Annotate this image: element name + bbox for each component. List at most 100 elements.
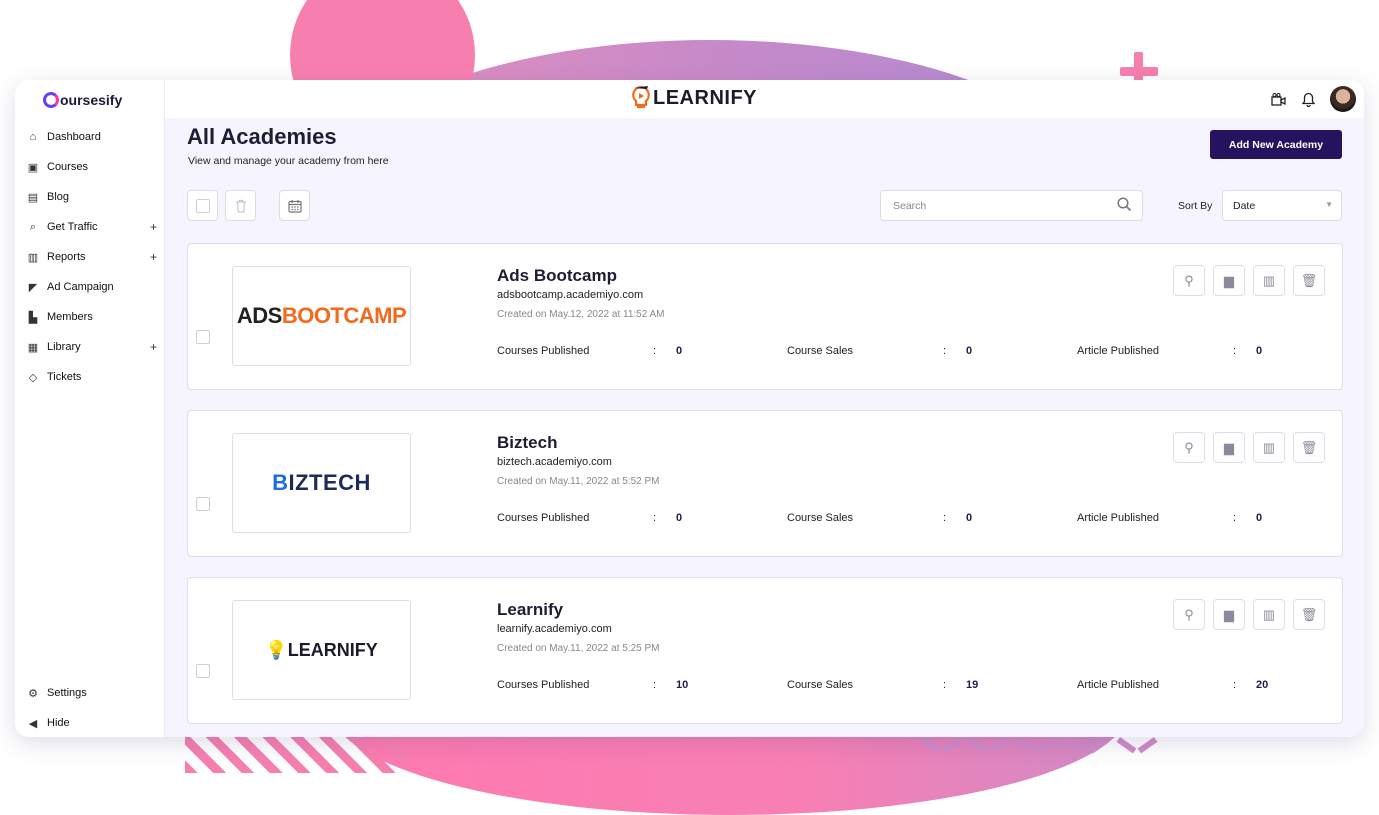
sidebar-item-label: Get Traffic bbox=[47, 221, 98, 233]
gear-icon: ⚙ bbox=[28, 687, 38, 700]
academy-name[interactable]: Learnify bbox=[497, 600, 563, 620]
sidebar-item-label: Courses bbox=[47, 161, 88, 173]
trash-icon bbox=[235, 199, 246, 213]
stat-colon: : bbox=[1233, 345, 1237, 357]
briefcase-button[interactable]: ▆ bbox=[1213, 432, 1245, 463]
stat-label: Article Published bbox=[1077, 512, 1159, 524]
expand-plus-icon[interactable]: + bbox=[150, 340, 157, 354]
academy-logo[interactable]: ADSBOOTCAMP bbox=[232, 266, 411, 366]
sidebar-bottom-nav: ⚙ Settings ◀ Hide bbox=[27, 678, 157, 737]
academy-logo-text: BIZTECH bbox=[272, 470, 371, 495]
search-input[interactable] bbox=[893, 200, 1113, 212]
stat-label: Course Sales bbox=[787, 345, 854, 357]
sidebar-nav: ⌂ Dashboard ▣ Courses ▤ Blog ⌕ Get Traff… bbox=[27, 122, 157, 392]
newspaper-icon: ▤ bbox=[27, 191, 39, 204]
bulk-delete-button[interactable] bbox=[225, 190, 256, 221]
select-all-checkbox[interactable] bbox=[187, 190, 218, 221]
stat-label: Course Sales bbox=[787, 679, 854, 691]
academy-name[interactable]: Ads Bootcamp bbox=[497, 266, 617, 286]
screenshot-stage: oursesify ⌂ Dashboard ▣ Courses ▤ Blog ⌕… bbox=[0, 0, 1379, 815]
megaphone-icon: ◤ bbox=[28, 281, 38, 294]
academy-logo[interactable]: BIZTECH bbox=[232, 433, 411, 533]
analytics-button[interactable]: ▥ bbox=[1253, 599, 1285, 630]
sort-select[interactable]: Date ▼ bbox=[1222, 190, 1342, 221]
user-access-button[interactable]: ⚲ bbox=[1173, 432, 1205, 463]
sidebar-item-ad-campaign[interactable]: ◤ Ad Campaign bbox=[27, 272, 157, 302]
app-window: oursesify ⌂ Dashboard ▣ Courses ▤ Blog ⌕… bbox=[15, 80, 1364, 737]
search-icon[interactable] bbox=[1117, 197, 1132, 216]
sidebar-item-reports[interactable]: ▥ Reports + bbox=[27, 242, 157, 272]
sidebar-item-label: Tickets bbox=[47, 371, 82, 383]
stat-colon: : bbox=[1233, 512, 1237, 524]
top-bar: LEARNIFY bbox=[165, 80, 1364, 118]
person-icon: ▙ bbox=[28, 311, 38, 324]
sidebar-item-label: Ad Campaign bbox=[47, 281, 114, 293]
bulb-logo-icon bbox=[632, 85, 650, 108]
sidebar-item-library[interactable]: ▦ Library + bbox=[27, 332, 157, 362]
chevron-decoration bbox=[1020, 737, 1054, 753]
app-logo[interactable]: LEARNIFY bbox=[630, 84, 757, 112]
video-camera-icon[interactable] bbox=[1270, 91, 1286, 107]
calendar-icon bbox=[287, 199, 302, 213]
brand-logo[interactable]: oursesify bbox=[43, 90, 122, 110]
academy-logo-text: 💡LEARNIFY bbox=[265, 639, 378, 660]
academy-url[interactable]: adsbootcamp.academiyo.com bbox=[497, 289, 643, 301]
academy-url[interactable]: learnify.academiyo.com bbox=[497, 623, 612, 635]
briefcase-button[interactable]: ▆ bbox=[1213, 599, 1245, 630]
bar-chart-icon: ▥ bbox=[1262, 439, 1276, 455]
sidebar-item-members[interactable]: ▙ Members bbox=[27, 302, 157, 332]
briefcase-button[interactable]: ▆ bbox=[1213, 265, 1245, 296]
sort-select-value: Date bbox=[1233, 200, 1256, 212]
academy-card: 💡LEARNIFY Learnify learnify.academiyo.co… bbox=[187, 577, 1343, 724]
page-subtitle: View and manage your academy from here bbox=[188, 155, 389, 167]
sidebar-item-blog[interactable]: ▤ Blog bbox=[27, 182, 157, 212]
chevron-decoration bbox=[970, 737, 1004, 753]
sidebar-item-tickets[interactable]: ◇ Tickets bbox=[27, 362, 157, 392]
sidebar-item-courses[interactable]: ▣ Courses bbox=[27, 152, 157, 182]
stat-colon: : bbox=[653, 512, 657, 524]
user-access-button[interactable]: ⚲ bbox=[1173, 265, 1205, 296]
user-access-button[interactable]: ⚲ bbox=[1173, 599, 1205, 630]
stat-colon: : bbox=[943, 345, 947, 357]
briefcase-icon: ▆ bbox=[1224, 439, 1234, 455]
academy-checkbox[interactable] bbox=[196, 330, 210, 344]
sidebar-item-get-traffic[interactable]: ⌕ Get Traffic + bbox=[27, 212, 157, 242]
stat-label: Article Published bbox=[1077, 345, 1159, 357]
stat-value: 0 bbox=[966, 512, 973, 524]
expand-plus-icon[interactable]: + bbox=[150, 220, 157, 234]
expand-plus-icon[interactable]: + bbox=[150, 250, 157, 264]
add-new-academy-button[interactable]: Add New Academy bbox=[1210, 130, 1342, 159]
stat-value: 0 bbox=[966, 345, 973, 357]
academy-logo[interactable]: 💡LEARNIFY bbox=[232, 600, 411, 700]
person-network-icon: ⚲ bbox=[1184, 272, 1194, 288]
delete-academy-button[interactable]: 🗑 bbox=[1293, 432, 1325, 463]
stat-label: Courses Published bbox=[497, 679, 590, 691]
stat-value: 10 bbox=[676, 679, 689, 691]
sidebar-item-label: Settings bbox=[47, 687, 87, 699]
stat-colon: : bbox=[943, 679, 947, 691]
top-actions bbox=[1270, 86, 1356, 112]
stat-value: 0 bbox=[676, 512, 683, 524]
sidebar-item-hide[interactable]: ◀ Hide bbox=[27, 708, 157, 737]
page-title: All Academies bbox=[187, 124, 337, 149]
sidebar-item-dashboard[interactable]: ⌂ Dashboard bbox=[27, 122, 157, 152]
delete-academy-button[interactable]: 🗑 bbox=[1293, 599, 1325, 630]
delete-academy-button[interactable]: 🗑 bbox=[1293, 265, 1325, 296]
stat-value: 20 bbox=[1256, 679, 1269, 691]
trash-icon: 🗑 bbox=[1300, 272, 1318, 288]
avatar[interactable] bbox=[1330, 86, 1356, 112]
analytics-button[interactable]: ▥ bbox=[1253, 432, 1285, 463]
academy-name[interactable]: Biztech bbox=[497, 433, 557, 453]
checkbox-box bbox=[195, 198, 210, 213]
calendar-filter-button[interactable] bbox=[279, 190, 310, 221]
analytics-button[interactable]: ▥ bbox=[1253, 265, 1285, 296]
sidebar-item-settings[interactable]: ⚙ Settings bbox=[27, 678, 157, 708]
sidebar-item-label: Members bbox=[47, 311, 93, 323]
academy-checkbox[interactable] bbox=[196, 497, 210, 511]
academy-checkbox[interactable] bbox=[196, 664, 210, 678]
academy-url[interactable]: biztech.academiyo.com bbox=[497, 456, 612, 468]
bell-icon[interactable] bbox=[1300, 91, 1316, 107]
search-traffic-icon: ⌕ bbox=[29, 220, 37, 233]
brand-mark-icon bbox=[43, 92, 59, 108]
bar-chart-icon: ▥ bbox=[1262, 606, 1276, 622]
